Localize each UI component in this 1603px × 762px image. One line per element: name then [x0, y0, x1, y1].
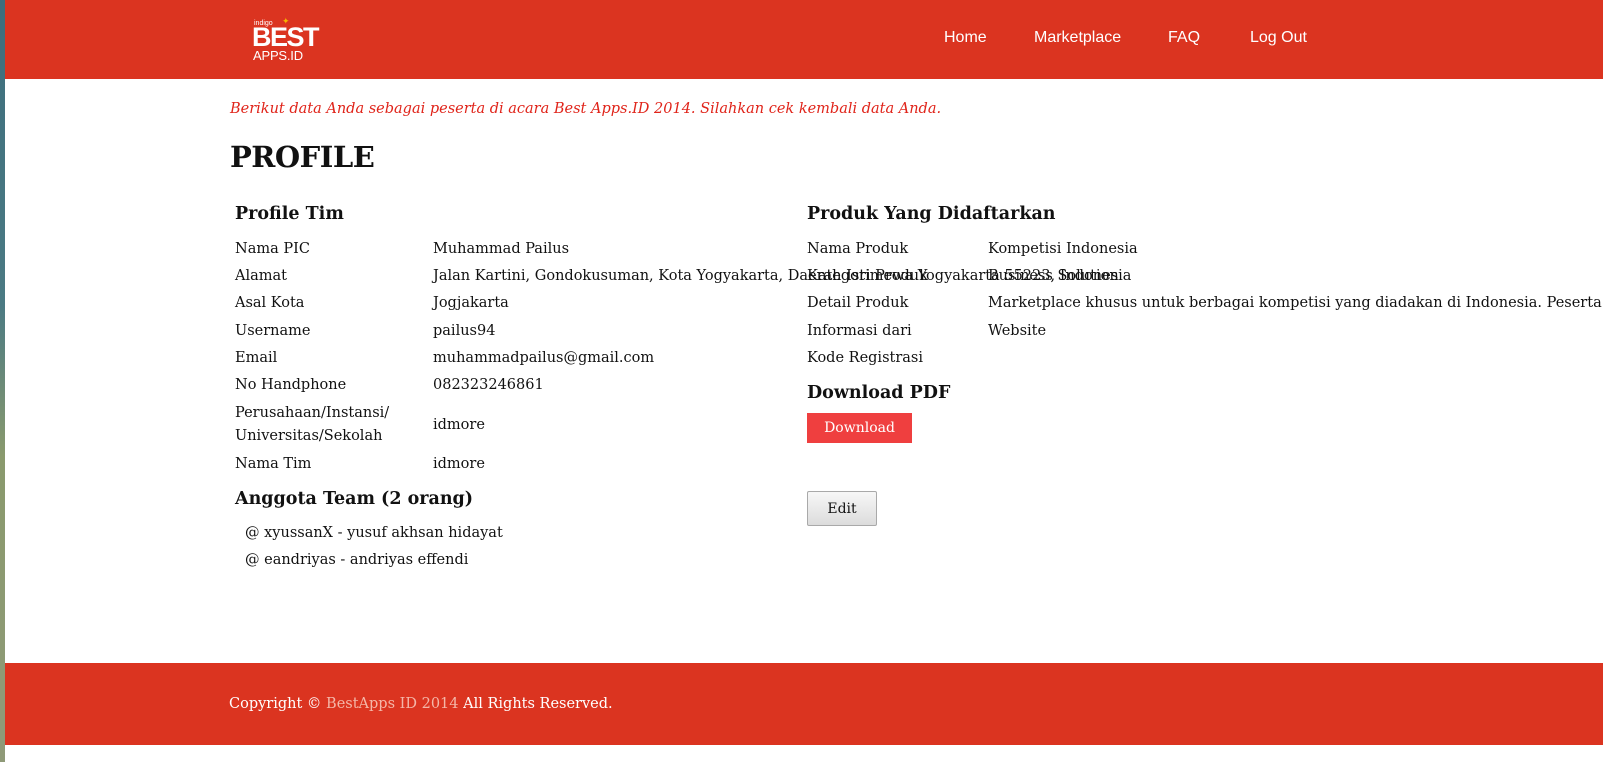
- value-username: pailus94: [433, 323, 496, 339]
- value-informasi-dari: Website: [988, 323, 1047, 339]
- copyright-prefix: Copyright ©: [229, 696, 327, 712]
- label-kategori-produk: Kategori Produk: [807, 268, 928, 284]
- participant-notice: Berikut data Anda sebagai peserta di aca…: [230, 101, 942, 117]
- edit-button[interactable]: Edit: [807, 491, 877, 526]
- label-perusahaan-line1: Perusahaan/Instansi/: [235, 405, 390, 421]
- value-email: muhammadpailus@gmail.com: [433, 350, 655, 366]
- logo-line2: APPS.ID: [253, 48, 303, 63]
- label-nama-tim: Nama Tim: [235, 456, 312, 472]
- label-informasi-dari: Informasi dari: [807, 323, 912, 339]
- label-alamat: Alamat: [235, 268, 287, 284]
- list-item: @ xyussanX - yusuf akhsan hidayat: [245, 525, 503, 541]
- nav-home[interactable]: Home: [944, 29, 987, 47]
- value-nama-tim: idmore: [433, 456, 485, 472]
- nav-logout[interactable]: Log Out: [1250, 29, 1307, 47]
- label-kode-registrasi: Kode Registrasi: [807, 350, 923, 366]
- label-detail-produk: Detail Produk: [807, 295, 909, 311]
- page: indigo ✦ BEST APPS.ID Home Marketplace F…: [5, 0, 1603, 762]
- site-header: indigo ✦ BEST APPS.ID Home Marketplace F…: [5, 0, 1603, 79]
- page-bottom: [5, 745, 1603, 762]
- label-email: Email: [235, 350, 278, 366]
- site-footer: Copyright © BestApps ID 2014 All Rights …: [5, 663, 1603, 745]
- download-button[interactable]: Download: [807, 413, 912, 443]
- value-kategori-produk: Business Solution: [988, 268, 1119, 284]
- profile-tim-title: Profile Tim: [235, 204, 344, 224]
- download-pdf-title: Download PDF: [807, 383, 951, 403]
- value-nama-pic: Muhammad Pailus: [433, 241, 570, 257]
- page-title: PROFILE: [230, 140, 375, 174]
- label-nama-pic: Nama PIC: [235, 241, 310, 257]
- label-nama-produk: Nama Produk: [807, 241, 909, 257]
- anggota-title: Anggota Team (2 orang): [235, 489, 474, 509]
- copyright-text: Copyright © BestApps ID 2014 All Rights …: [229, 696, 613, 712]
- value-detail-produk: Marketplace khusus untuk berbagai kompet…: [988, 295, 1603, 311]
- label-username: Username: [235, 323, 311, 339]
- value-asal-kota: Jogjakarta: [433, 295, 509, 311]
- copyright-brand-link[interactable]: BestApps ID 2014: [326, 696, 458, 712]
- main-nav: Home Marketplace FAQ Log Out: [5, 29, 1603, 51]
- value-perusahaan: idmore: [433, 417, 485, 433]
- copyright-suffix: All Rights Reserved.: [458, 696, 613, 712]
- produk-title: Produk Yang Didaftarkan: [807, 204, 1056, 224]
- label-perusahaan-line2: Universitas/Sekolah: [235, 428, 383, 444]
- list-item: @ eandriyas - andriyas effendi: [245, 552, 469, 568]
- nav-faq[interactable]: FAQ: [1168, 29, 1200, 47]
- value-nama-produk: Kompetisi Indonesia: [988, 241, 1138, 257]
- nav-marketplace[interactable]: Marketplace: [1034, 29, 1121, 47]
- label-asal-kota: Asal Kota: [235, 295, 305, 311]
- label-no-handphone: No Handphone: [235, 377, 347, 393]
- value-no-handphone: 082323246861: [433, 377, 544, 393]
